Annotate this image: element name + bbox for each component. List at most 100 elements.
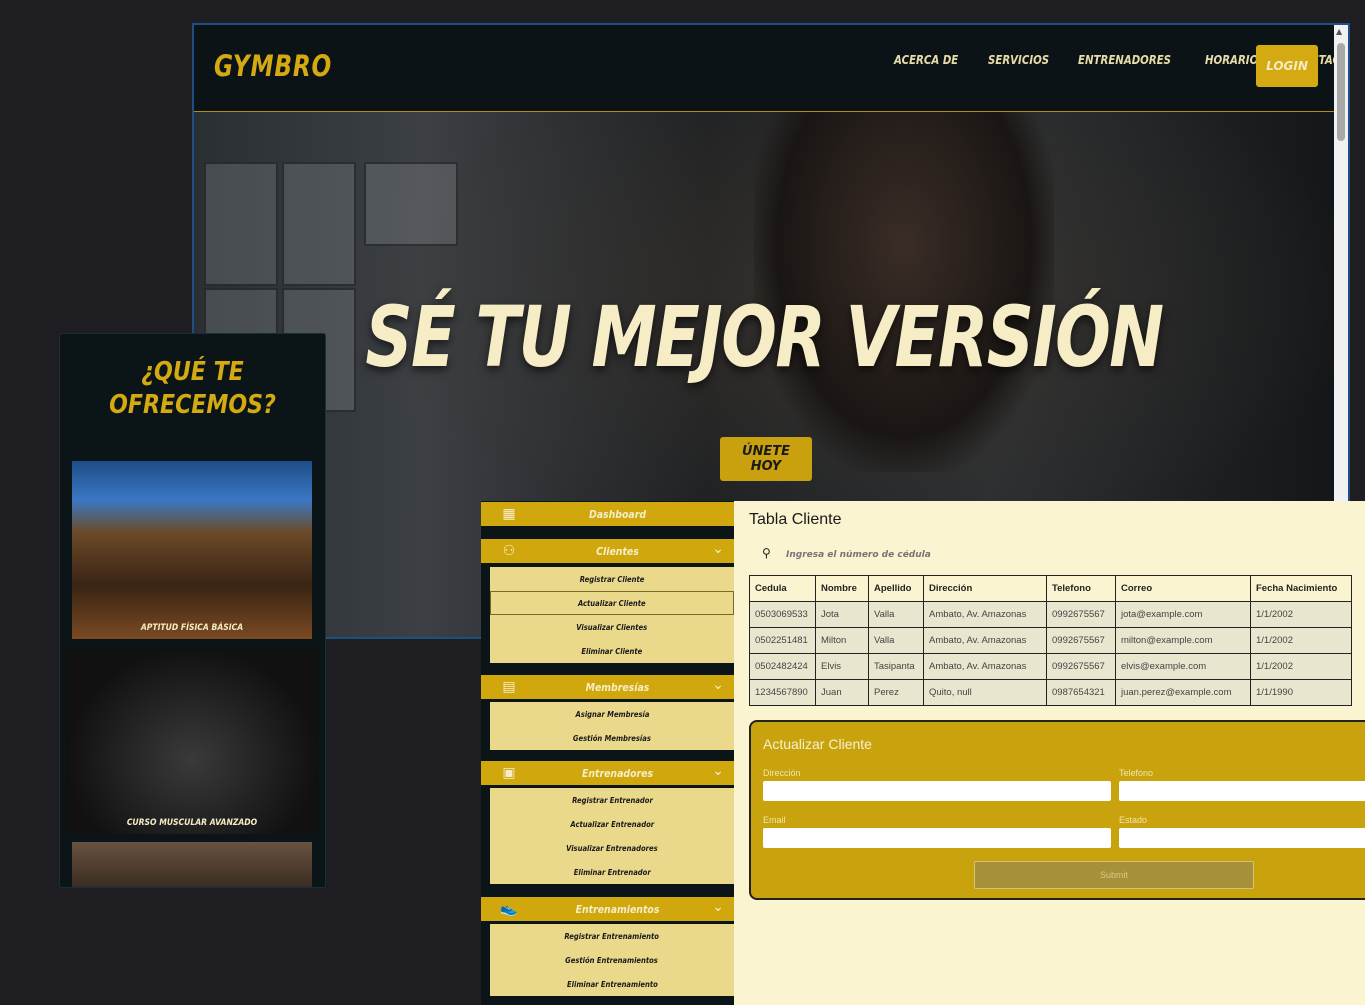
col-apellido: Apellido: [868, 575, 924, 602]
nav-trainers[interactable]: ENTRENADORES: [1078, 53, 1171, 67]
cell-correo: milton@example.com: [1115, 627, 1251, 654]
cell-cedula: 0502482424: [749, 653, 816, 680]
address-input[interactable]: [763, 781, 1111, 801]
workouts-submenu: Registrar Entrenamiento Gestión Entrenam…: [490, 924, 734, 996]
sidebar-section-memberships[interactable]: ▤ Membresías ⌄: [481, 675, 734, 699]
cell-correo: elvis@example.com: [1115, 653, 1251, 680]
menu-item-label: Gestión Membresías: [572, 733, 652, 743]
cell-fecha: 1/1/2002: [1250, 601, 1352, 628]
menu-item-label: Registrar Entrenador: [571, 795, 653, 805]
cell-telefono: 0992675567: [1046, 627, 1116, 654]
offer-card-label: CURSO MUSCULAR AVANZADO: [126, 818, 258, 828]
submit-button[interactable]: Submit: [974, 861, 1254, 889]
table-row[interactable]: 1234567890 Juan Perez Quito, null 098765…: [749, 679, 1352, 706]
cell-telefono: 0987654321: [1046, 679, 1116, 706]
section-label: Clientes: [596, 544, 639, 558]
menu-delete-workout[interactable]: Eliminar Entrenamiento: [490, 972, 734, 996]
cell-telefono: 0992675567: [1046, 653, 1116, 680]
hero-athlete-image: [754, 92, 1054, 472]
menu-manage-workouts[interactable]: Gestión Entrenamientos: [490, 948, 734, 972]
badge-icon: ▤: [502, 679, 516, 695]
table-row[interactable]: 0502251481 Milton Valla Ambato, Av. Amaz…: [749, 627, 1352, 654]
login-button[interactable]: LOGIN: [1256, 45, 1318, 87]
sidebar-section-trainers[interactable]: ▣ Entrenadores ⌄: [481, 761, 734, 785]
menu-update-client[interactable]: Actualizar Cliente: [490, 591, 734, 615]
menu-register-trainer[interactable]: Registrar Entrenador: [490, 788, 734, 812]
scroll-up-icon[interactable]: ▲: [1336, 27, 1342, 36]
menu-register-workout[interactable]: Registrar Entrenamiento: [490, 924, 734, 948]
menu-manage-memberships[interactable]: Gestión Membresías: [490, 726, 734, 750]
hero-window-pane: [204, 162, 278, 286]
navbar: GYMBRO ACERCA DE SERVICIOS ENTRENADORES …: [194, 25, 1348, 112]
cell-apellido: Tasipanta: [868, 653, 924, 680]
menu-update-trainer[interactable]: Actualizar Entrenador: [490, 812, 734, 836]
phone-label: Telefono: [1119, 768, 1154, 778]
admin-sidebar: ▦ Dashboard ⚇ Clientes ⌄ Registrar Clien…: [481, 501, 734, 1005]
sidebar-section-workouts[interactable]: 👟 Entrenamientos ⌄: [481, 897, 734, 921]
col-telefono: Telefono: [1046, 575, 1116, 602]
join-now-button[interactable]: ÚNETE HOY: [720, 437, 812, 481]
table-row[interactable]: 0503069533 Jota Valla Ambato, Av. Amazon…: [749, 601, 1352, 628]
menu-item-label: Registrar Entrenamiento: [564, 931, 660, 941]
menu-view-clients[interactable]: Visualizar Clientes: [490, 615, 734, 639]
cell-apellido: Valla: [868, 601, 924, 628]
cell-direccion: Ambato, Av. Amazonas: [923, 627, 1047, 654]
client-table-panel: Tabla Cliente ⚲ Cedula Nombre Apellido D…: [734, 501, 1365, 1005]
cell-nombre: Milton: [815, 627, 869, 654]
memberships-submenu: Asignar Membresía Gestión Membresías: [490, 702, 734, 750]
col-cedula: Cedula: [749, 575, 816, 602]
offer-card-advanced-muscle[interactable]: CURSO MUSCULAR AVANZADO: [66, 647, 318, 834]
chevron-down-icon: ⌄: [712, 899, 724, 915]
menu-item-label: Eliminar Entrenamiento: [566, 979, 658, 989]
menu-delete-client[interactable]: Eliminar Cliente: [490, 639, 734, 663]
cell-cedula: 0503069533: [749, 601, 816, 628]
cell-fecha: 1/1/2002: [1250, 627, 1352, 654]
sidebar-dashboard[interactable]: ▦ Dashboard: [481, 502, 734, 526]
menu-assign-membership[interactable]: Asignar Membresía: [490, 702, 734, 726]
section-label: Membresías: [585, 680, 650, 694]
offer-card-basic-fitness[interactable]: APTITUD FÍSICA BÁSICA: [72, 461, 312, 639]
cedula-search-input[interactable]: [784, 545, 1068, 565]
trainers-submenu: Registrar Entrenador Actualizar Entrenad…: [490, 788, 734, 884]
menu-delete-trainer[interactable]: Eliminar Entrenador: [490, 860, 734, 884]
offer-card-partial[interactable]: [72, 842, 312, 887]
section-label: Entrenamientos: [575, 902, 660, 916]
offers-panel: ¿QUÉ TE OFRECEMOS? APTITUD FÍSICA BÁSICA…: [59, 333, 326, 888]
cell-fecha: 1/1/2002: [1250, 653, 1352, 680]
cell-apellido: Valla: [868, 627, 924, 654]
grid-icon: ▦: [502, 506, 516, 522]
menu-register-client[interactable]: Registrar Cliente: [490, 567, 734, 591]
chevron-down-icon: ⌄: [712, 677, 724, 693]
col-fecha: Fecha Nacimiento: [1250, 575, 1352, 602]
table-row[interactable]: 0502482424 Elvis Tasipanta Ambato, Av. A…: [749, 653, 1352, 680]
sidebar-section-clients[interactable]: ⚇ Clientes ⌄: [481, 539, 734, 563]
chevron-down-icon: ⌄: [712, 541, 724, 557]
brand-logo[interactable]: GYMBRO: [214, 49, 332, 83]
col-nombre: Nombre: [815, 575, 869, 602]
table-header-row: Cedula Nombre Apellido Dirección Telefon…: [749, 575, 1352, 602]
offer-card-label: APTITUD FÍSICA BÁSICA: [140, 623, 244, 633]
menu-item-label: Visualizar Entrenadores: [566, 843, 658, 853]
menu-view-trainers[interactable]: Visualizar Entrenadores: [490, 836, 734, 860]
menu-item-label: Registrar Cliente: [579, 574, 645, 584]
menu-item-label: Eliminar Entrenador: [573, 867, 651, 877]
clients-submenu: Registrar Cliente Actualizar Cliente Vis…: [490, 567, 734, 663]
nav-about[interactable]: ACERCA DE: [894, 53, 958, 67]
col-direccion: Dirección: [923, 575, 1047, 602]
cell-correo: jota@example.com: [1115, 601, 1251, 628]
cell-direccion: Quito, null: [923, 679, 1047, 706]
cell-nombre: Juan: [815, 679, 869, 706]
phone-input[interactable]: [1119, 781, 1365, 801]
cell-cedula: 1234567890: [749, 679, 816, 706]
cell-cedula: 0502251481: [749, 627, 816, 654]
form-title: Actualizar Cliente: [763, 736, 872, 752]
cell-telefono: 0992675567: [1046, 601, 1116, 628]
nav-services[interactable]: SERVICIOS: [988, 53, 1049, 67]
scroll-thumb[interactable]: [1337, 43, 1345, 141]
cell-nombre: Elvis: [815, 653, 869, 680]
email-input[interactable]: [763, 828, 1111, 848]
hero-window-pane: [282, 162, 356, 286]
menu-item-label: Actualizar Cliente: [578, 598, 646, 608]
status-input[interactable]: [1119, 828, 1365, 848]
menu-item-label: Actualizar Entrenador: [570, 819, 654, 829]
